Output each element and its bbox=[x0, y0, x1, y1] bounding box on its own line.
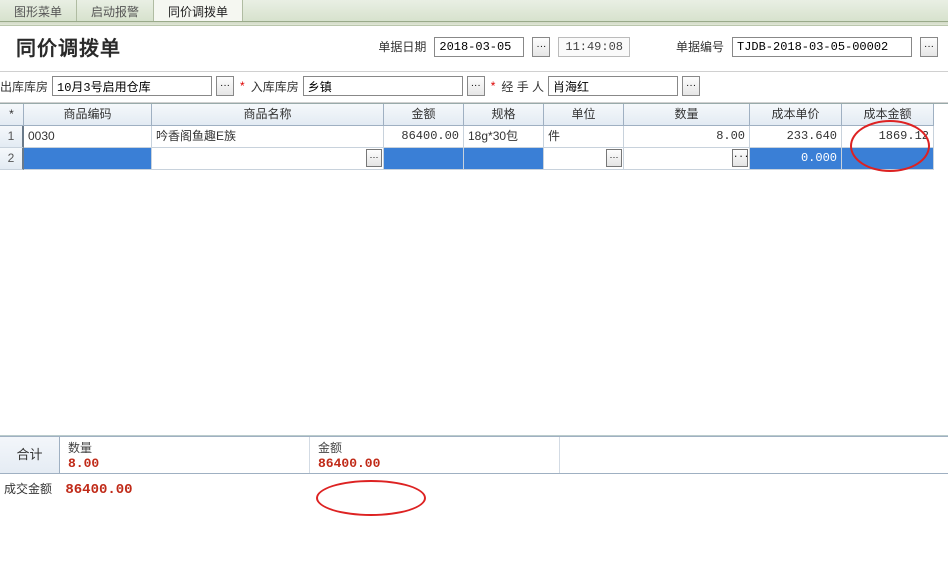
col-rownum: * bbox=[0, 104, 24, 126]
tab-transfer[interactable]: 同价调拨单 bbox=[154, 0, 243, 21]
totals-qty-label: 数量 bbox=[68, 439, 301, 456]
cell-spec[interactable] bbox=[464, 148, 544, 170]
required-star: * bbox=[240, 79, 245, 93]
cell-cost-price[interactable]: 233.640 bbox=[750, 126, 842, 148]
data-grid: * 商品编码 商品名称 金额 规格 单位 数量 成本单价 成本金额 1 0030… bbox=[0, 103, 948, 436]
grid-body: 1 0030 吟香阁鱼趣E族 86400.00 18g*30包 件 8.00 2… bbox=[0, 126, 948, 436]
cell-qty-editing[interactable]: ··· bbox=[624, 148, 750, 170]
date-label: 单据日期 bbox=[378, 38, 426, 55]
cell-amount[interactable]: 86400.00 bbox=[384, 126, 464, 148]
cell-unit-picker[interactable]: ··· bbox=[606, 149, 622, 167]
docno-picker-button[interactable]: ··· bbox=[920, 37, 938, 57]
col-cost-price[interactable]: 成本单价 bbox=[750, 104, 842, 126]
col-cost-amount[interactable]: 成本金额 bbox=[842, 104, 934, 126]
out-warehouse-label: 出库库房 bbox=[0, 78, 48, 95]
totals-qty-block: 数量 8.00 bbox=[60, 437, 310, 473]
date-picker-button[interactable]: ··· bbox=[532, 37, 550, 57]
deal-value: 86400.00 bbox=[65, 482, 132, 498]
col-name[interactable]: 商品名称 bbox=[152, 104, 384, 126]
row-number: 2 bbox=[0, 148, 24, 170]
cell-cost-price[interactable]: 0.000 bbox=[750, 148, 842, 170]
cell-qty-picker[interactable]: ··· bbox=[732, 149, 748, 167]
date-input[interactable] bbox=[434, 37, 524, 57]
cell-code[interactable]: 0030 bbox=[24, 126, 152, 148]
out-warehouse-picker[interactable]: ··· bbox=[216, 76, 234, 96]
table-row[interactable]: 2 ··· ··· ··· 0.000 bbox=[0, 148, 948, 170]
tab-graphic-menu[interactable]: 图形菜单 bbox=[0, 0, 77, 21]
handler-picker[interactable]: ··· bbox=[682, 76, 700, 96]
deal-label: 成交金额 bbox=[4, 482, 52, 496]
cell-amount[interactable] bbox=[384, 148, 464, 170]
col-amount[interactable]: 金额 bbox=[384, 104, 464, 126]
totals-row: 合计 数量 8.00 金额 86400.00 bbox=[0, 436, 948, 474]
totals-amount-label: 金额 bbox=[318, 439, 551, 456]
in-warehouse-label: 入库库房 bbox=[251, 78, 299, 95]
cell-unit-editing[interactable]: ··· bbox=[544, 148, 624, 170]
tab-bar: 图形菜单 启动报警 同价调拨单 bbox=[0, 0, 948, 22]
totals-amount-value: 86400.00 bbox=[318, 456, 551, 471]
handler-label: 经 手 人 bbox=[501, 78, 544, 95]
deal-row: 成交金额 86400.00 bbox=[0, 474, 948, 500]
required-star-2: * bbox=[491, 79, 496, 93]
col-code[interactable]: 商品编码 bbox=[24, 104, 152, 126]
col-spec[interactable]: 规格 bbox=[464, 104, 544, 126]
header-row: 同价调拨单 单据日期 ··· 11:49:08 单据编号 ··· bbox=[0, 26, 948, 71]
col-qty[interactable]: 数量 bbox=[624, 104, 750, 126]
col-unit[interactable]: 单位 bbox=[544, 104, 624, 126]
totals-amount-block: 金额 86400.00 bbox=[310, 437, 560, 473]
docno-input[interactable] bbox=[732, 37, 912, 57]
totals-qty-value: 8.00 bbox=[68, 456, 301, 471]
cell-cost-amount[interactable] bbox=[842, 148, 934, 170]
cell-name-editing[interactable]: ··· bbox=[152, 148, 384, 170]
handler-input[interactable] bbox=[548, 76, 678, 96]
cell-spec[interactable]: 18g*30包 bbox=[464, 126, 544, 148]
filter-row: 出库库房 ··· * 入库库房 ··· * 经 手 人 ··· bbox=[0, 71, 948, 103]
page-title: 同价调拨单 bbox=[16, 32, 121, 61]
cell-cost-amount[interactable]: 1869.12 bbox=[842, 126, 934, 148]
cell-unit[interactable]: 件 bbox=[544, 126, 624, 148]
cell-qty[interactable]: 8.00 bbox=[624, 126, 750, 148]
time-display: 11:49:08 bbox=[558, 37, 630, 57]
tab-alarm[interactable]: 启动报警 bbox=[77, 0, 154, 21]
in-warehouse-picker[interactable]: ··· bbox=[467, 76, 485, 96]
table-row[interactable]: 1 0030 吟香阁鱼趣E族 86400.00 18g*30包 件 8.00 2… bbox=[0, 126, 948, 148]
in-warehouse-input[interactable] bbox=[303, 76, 463, 96]
cell-name-picker[interactable]: ··· bbox=[366, 149, 382, 167]
cell-name[interactable]: 吟香阁鱼趣E族 bbox=[152, 126, 384, 148]
grid-header: * 商品编码 商品名称 金额 规格 单位 数量 成本单价 成本金额 bbox=[0, 104, 948, 126]
out-warehouse-input[interactable] bbox=[52, 76, 212, 96]
totals-label: 合计 bbox=[0, 437, 60, 473]
cell-code[interactable] bbox=[24, 148, 152, 170]
docno-label: 单据编号 bbox=[676, 38, 724, 55]
row-number: 1 bbox=[0, 126, 24, 148]
